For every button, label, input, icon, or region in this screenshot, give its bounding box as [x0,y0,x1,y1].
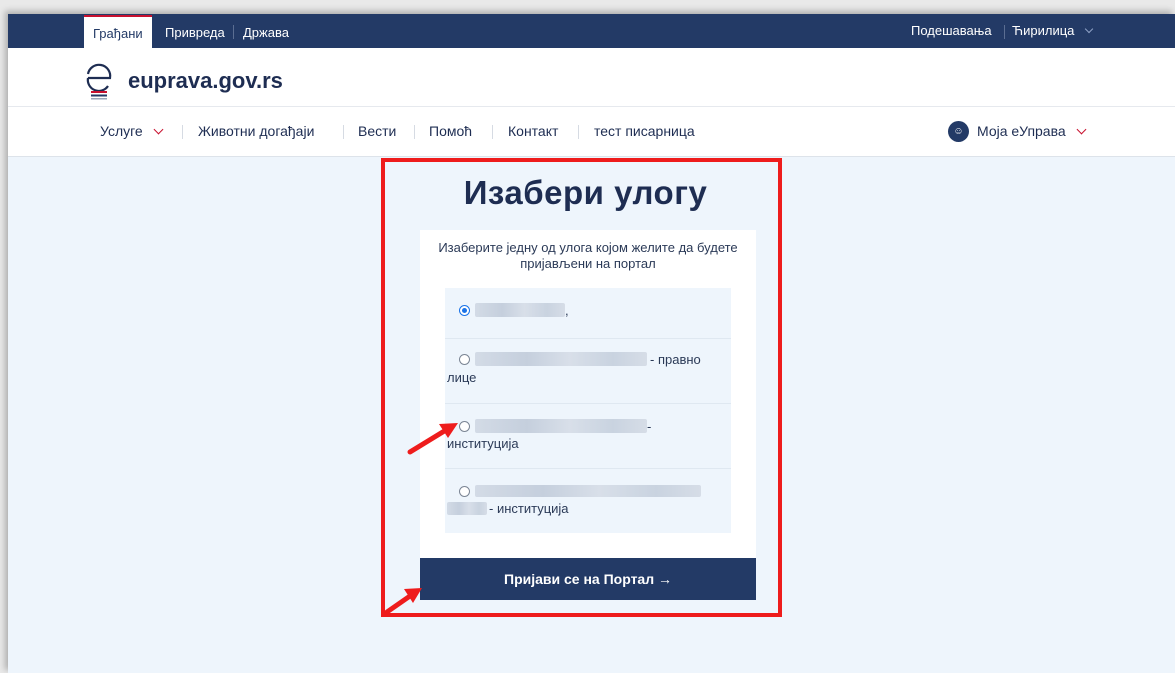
nav-divider [492,125,493,139]
top-divider [1004,25,1005,39]
tab-business[interactable]: Привреда [156,16,234,48]
nav-divider [343,125,344,139]
chevron-down-icon [1076,124,1087,135]
tab-state[interactable]: Држава [234,16,298,48]
tab-citizens[interactable]: Грађани [84,15,152,50]
nav-item-life-events[interactable]: Животни догађаји [198,107,314,156]
browser-viewport: Грађани Привреда Држава Подешавања Ћирил… [8,14,1175,673]
nav-item-label: Услуге [100,123,143,139]
annotation-highlight-box [381,158,782,617]
nav-item-contact[interactable]: Контакт [508,107,558,156]
nav-item-services[interactable]: Услуге [100,107,164,156]
top-bar: Грађани Привреда Држава Подешавања Ћирил… [8,14,1175,50]
language-selector[interactable]: Ћирилица [1012,14,1094,48]
annotation-arrow-icon [384,588,422,615]
site-logo-text[interactable]: euprava.gov.rs [128,68,283,94]
chevron-down-icon [153,124,164,135]
nav-divider [182,125,183,139]
annotation-arrow-icon [407,423,458,455]
nav-item-test-registry[interactable]: тест писарница [594,107,695,156]
my-eprava-menu[interactable]: Моја еУправа [977,107,1087,156]
main-nav: Услуге Животни догађаји Вести Помоћ Конт… [8,107,1175,157]
nav-item-help[interactable]: Помоћ [429,107,472,156]
chevron-down-icon [1084,24,1094,34]
language-label: Ћирилица [1012,23,1075,38]
user-account-icon[interactable]: ☺ [948,121,969,142]
nav-divider [414,125,415,139]
nav-item-news[interactable]: Вести [358,107,396,156]
euprava-logo-icon[interactable] [84,56,114,100]
account-label: Моја еУправа [977,123,1066,139]
site-header: euprava.gov.rs [8,48,1175,107]
settings-link[interactable]: Подешавања [911,14,992,48]
nav-divider [578,125,579,139]
